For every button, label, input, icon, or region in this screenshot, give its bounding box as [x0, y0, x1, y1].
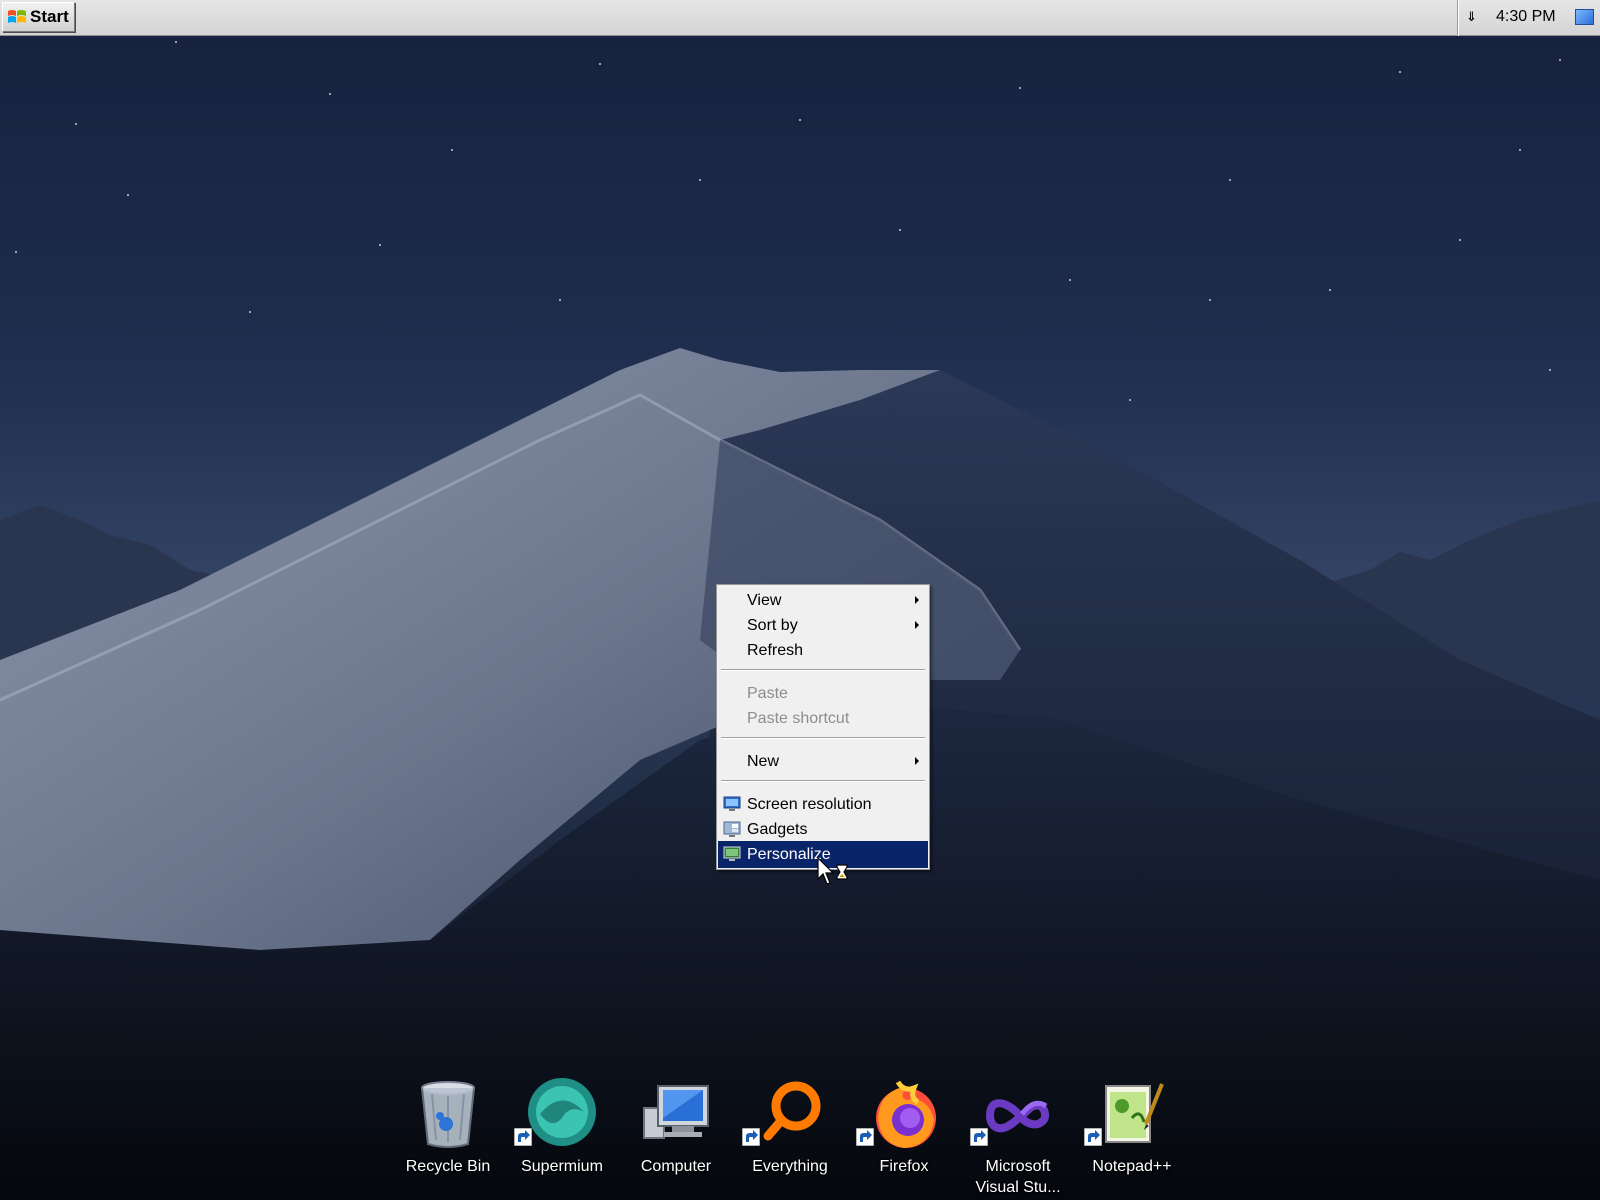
menu-separator [721, 737, 925, 739]
gadgets-icon [723, 821, 741, 837]
menu-item-label: Screen resolution [747, 796, 872, 813]
shortcut-arrow-icon [856, 1128, 874, 1146]
taskbar: Start ⇓ 4:30 PM [0, 0, 1600, 36]
shortcut-arrow-icon [1084, 1128, 1102, 1146]
system-tray: ⇓ 4:30 PM [1457, 0, 1600, 36]
menu-item-view[interactable]: View [719, 588, 927, 613]
start-label: Start [30, 7, 69, 26]
firefox-icon [876, 1080, 936, 1148]
personalize-icon [723, 846, 741, 861]
menu-item-sort-by[interactable]: Sort by [719, 613, 927, 638]
desktop-context-menu: View Sort by Refresh Paste Paste shortcu… [716, 584, 930, 870]
everything-icon [763, 1081, 821, 1141]
menu-item-new[interactable]: New [719, 749, 927, 774]
shortcut-arrow-icon [742, 1128, 760, 1146]
clock[interactable]: 4:30 PM [1496, 8, 1556, 26]
show-desktop-icon[interactable] [1575, 9, 1594, 25]
visual-studio-icon [985, 1099, 1050, 1133]
desktop[interactable]: Start ⇓ 4:30 PM View Sort by Refresh Pas… [0, 0, 1600, 1200]
menu-separator [721, 669, 925, 671]
menu-item-gadgets[interactable]: Gadgets [719, 817, 927, 842]
menu-item-label: Sort by [747, 617, 798, 634]
menu-item-label: New [747, 753, 780, 770]
menu-item-label: View [747, 592, 782, 609]
menu-item-label: Refresh [747, 642, 804, 659]
menu-item-paste[interactable]: Paste [719, 681, 927, 706]
notepad-plus-plus-icon [1105, 1083, 1164, 1143]
submenu-arrow-icon [915, 621, 919, 629]
desktop-icon-everything[interactable]: Everything [734, 1078, 846, 1196]
menu-item-paste-shortcut[interactable]: Paste shortcut [719, 706, 927, 731]
desktop-icon-label: Recycle Bin [405, 1158, 491, 1175]
menu-item-label: Gadgets [747, 821, 808, 838]
desktop-icon-visual-studio[interactable]: Microsoft Visual Stu... [962, 1078, 1074, 1196]
menu-item-label: Paste [747, 685, 788, 702]
desktop-icon-label: Firefox [879, 1158, 929, 1175]
screen-resolution-icon [723, 796, 741, 811]
shortcut-arrow-icon [970, 1128, 988, 1146]
desktop-icon-computer[interactable]: Computer [620, 1078, 732, 1196]
desktop-icon-supermium[interactable]: Supermium [506, 1078, 618, 1196]
arrow-busy-cursor [817, 857, 848, 885]
computer-icon [643, 1085, 709, 1139]
supermium-icon [528, 1078, 596, 1146]
desktop-icon-firefox[interactable]: Firefox [848, 1078, 960, 1196]
desktop-icon-label: Supermium [521, 1158, 603, 1175]
shortcut-arrow-icon [514, 1128, 532, 1146]
recycle-bin-icon [421, 1081, 475, 1148]
menu-separator [721, 780, 925, 782]
submenu-arrow-icon [915, 596, 919, 604]
menu-item-refresh[interactable]: Refresh [719, 638, 927, 663]
desktop-icon-label: Computer [640, 1158, 712, 1175]
submenu-arrow-icon [915, 757, 919, 765]
start-button[interactable]: Start [2, 2, 75, 32]
desktop-icon-label: Everything [752, 1158, 828, 1175]
menu-item-screen-resolution[interactable]: Screen resolution [719, 792, 927, 817]
desktop-icon-label: Microsoft Visual Stu... [975, 1158, 1061, 1196]
desktop-icon-label: Notepad++ [1092, 1158, 1172, 1175]
chevron-double-down-icon[interactable]: ⇓ [1466, 10, 1477, 26]
desktop-icon-recycle-bin[interactable]: Recycle Bin [392, 1078, 504, 1196]
desktop-icon-notepad-plus-plus[interactable]: Notepad++ [1076, 1078, 1188, 1196]
windows-logo-icon [8, 10, 26, 23]
menu-item-label: Paste shortcut [747, 710, 850, 727]
